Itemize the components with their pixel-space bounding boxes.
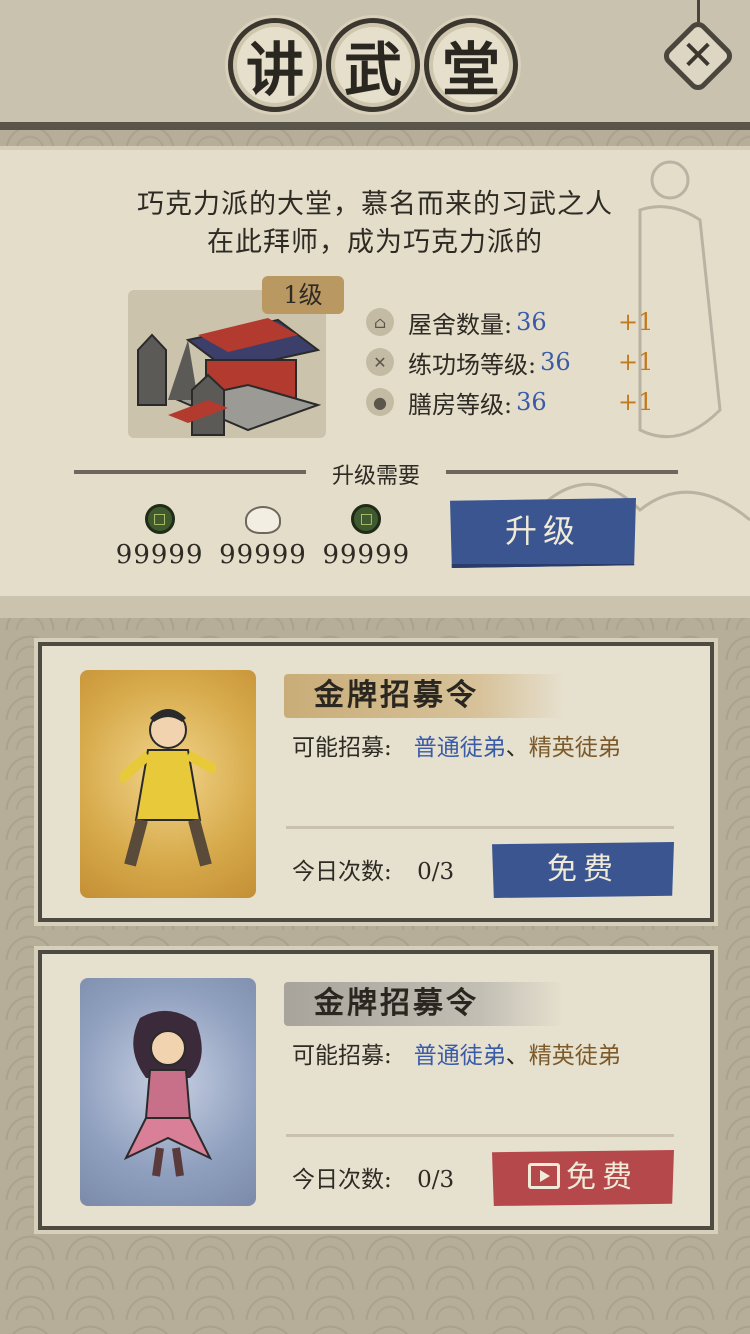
normal-disciple: 普通徒弟 — [413, 1043, 506, 1069]
daily-count-label: 今日次数: — [292, 859, 392, 885]
card-divider — [286, 826, 674, 829]
stat-label: 屋舍数量: — [408, 310, 513, 339]
normal-disciple: 普通徒弟 — [413, 735, 506, 761]
daily-count-label: 今日次数: — [292, 1167, 392, 1193]
card-divider — [286, 1134, 674, 1137]
stat-value: 36 — [516, 308, 547, 336]
upgrade-costs: □ 99999 99999 □ 99999 — [108, 504, 418, 570]
disciple-portrait — [80, 670, 256, 898]
cost-value: 99999 — [219, 540, 307, 570]
separator: 、 — [505, 735, 529, 761]
possible-recruits: 可能招募: 普通徒弟、精英徒弟 — [292, 1036, 621, 1070]
upgrade-button[interactable]: 升级 — [450, 498, 636, 568]
stat-value: 36 — [516, 388, 547, 416]
page-title: 讲 武 堂 — [228, 18, 528, 114]
cost-item: □ 99999 — [108, 504, 211, 570]
sword-icon: ✕ — [366, 348, 394, 376]
cost-item: 99999 — [211, 504, 314, 570]
card-title: 金牌招募令 — [314, 678, 479, 713]
possible-label: 可能招募: — [292, 735, 392, 761]
stat-row: ⌂ 屋舍数量: 36 +1 — [366, 302, 666, 342]
free-label: 免费 — [566, 1160, 638, 1195]
stat-increment: +1 — [618, 388, 654, 416]
elite-disciple: 精英徒弟 — [528, 1043, 621, 1069]
stat-label: 膳房等级: — [408, 390, 513, 419]
disciple-portrait — [80, 978, 256, 1206]
female-disciple-icon — [123, 1010, 213, 1177]
cost-value: 99999 — [115, 540, 204, 570]
video-icon — [528, 1163, 560, 1189]
daily-count-value: 0/3 — [417, 859, 455, 885]
possible-label: 可能招募: — [292, 1043, 392, 1069]
stat-row: ● 膳房等级: 36 +1 — [366, 382, 666, 422]
panel-bottom-edge — [0, 596, 750, 618]
stat-increment: +1 — [618, 308, 654, 336]
stat-value: 36 — [540, 348, 571, 376]
separator: 、 — [505, 1043, 529, 1069]
requirement-label: 升级需要 — [306, 458, 446, 489]
watch-video-recruit-button[interactable]: 免费 — [492, 1150, 674, 1206]
hall-stats: ⌂ 屋舍数量: 36 +1 ✕ 练功场等级: 36 +1 ● 膳房等级: 36 … — [366, 302, 666, 422]
daily-count: 今日次数: 0/3 — [292, 852, 454, 886]
daily-count: 今日次数: 0/3 — [292, 1160, 454, 1194]
header-divider — [0, 122, 750, 130]
martial-artist-icon — [120, 709, 216, 867]
hall-description: 巧克力派的大堂，慕名而来的习武之人 在此拜师，成为巧克力派的 — [60, 186, 690, 262]
level-badge: 1级 — [262, 276, 344, 314]
copper-coin-icon: □ — [144, 504, 175, 534]
close-button[interactable]: ✕ — [659, 17, 737, 95]
possible-recruits: 可能招募: 普通徒弟、精英徒弟 — [292, 728, 621, 762]
cost-item: □ 99999 — [315, 504, 418, 570]
cost-value: 99999 — [322, 540, 411, 570]
stat-row: ✕ 练功场等级: 36 +1 — [366, 342, 666, 382]
stat-label: 练功场等级: — [408, 350, 537, 379]
daily-count-value: 0/3 — [417, 1167, 455, 1193]
steamed-bun-icon — [244, 506, 281, 534]
title-char: 堂 — [424, 18, 518, 112]
recruit-card-video: 金牌招募令 可能招募: 普通徒弟、精英徒弟 今日次数: 0/3 免费 — [38, 950, 714, 1230]
title-char: 武 — [326, 18, 420, 112]
card-title: 金牌招募令 — [314, 986, 479, 1021]
house-icon: ⌂ — [366, 308, 394, 336]
copper-coin-icon: □ — [351, 504, 382, 534]
close-icon: ✕ — [681, 33, 715, 79]
title-char: 讲 — [228, 18, 322, 112]
description-line: 在此拜师，成为巧克力派的 — [207, 227, 543, 258]
free-recruit-button[interactable]: 免费 — [492, 842, 674, 898]
stat-increment: +1 — [618, 348, 654, 376]
description-line: 巧克力派的大堂，慕名而来的习武之人 — [137, 189, 613, 220]
food-icon: ● — [366, 388, 394, 416]
elite-disciple: 精英徒弟 — [528, 735, 621, 761]
recruit-card-gold: 金牌招募令 可能招募: 普通徒弟、精英徒弟 今日次数: 0/3 免费 — [38, 642, 714, 922]
